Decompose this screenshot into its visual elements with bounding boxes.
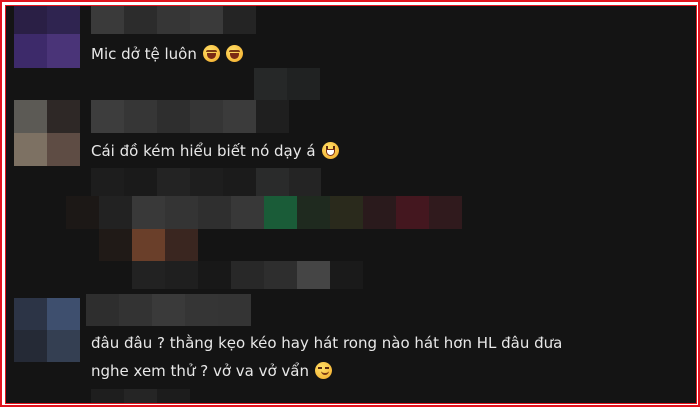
- comment-line-2: nghe xem thử ? vở va vở vẩn: [91, 357, 562, 385]
- avatar[interactable]: [14, 298, 80, 362]
- blurred-region: [91, 389, 190, 403]
- comment-text: Cái đồ kém hiểu biết nó dạy á: [91, 137, 339, 165]
- comment-feed: Mic dở tệ luôn Cái đồ kém hiểu biết nó d…: [5, 5, 697, 404]
- grinning-emoji-icon: [321, 142, 339, 159]
- comment-body: Mic dở tệ luôn: [91, 45, 197, 63]
- blurred-region: [99, 229, 198, 261]
- comment-line-1: đâu đâu ? thằng kẹo kéo hay hát rong nào…: [91, 334, 563, 352]
- blurred-region: [254, 68, 320, 100]
- screenshot-frame: Mic dở tệ luôn Cái đồ kém hiểu biết nó d…: [0, 0, 700, 407]
- laughing-tears-emoji-icon: [202, 45, 220, 62]
- avatar[interactable]: [14, 100, 80, 166]
- username-blurred[interactable]: [91, 6, 256, 34]
- comment-body: Cái đồ kém hiểu biết nó dạy á: [91, 142, 316, 160]
- blurred-region: [132, 261, 363, 289]
- blurred-region: [91, 168, 321, 196]
- comment-text: Mic dở tệ luôn: [91, 40, 243, 68]
- username-blurred[interactable]: [91, 100, 289, 133]
- blurred-region: [66, 196, 462, 229]
- username-blurred[interactable]: [86, 294, 251, 326]
- smirk-emoji-icon: [315, 362, 333, 379]
- comment-text: đâu đâu ? thằng kẹo kéo hay hát rong nào…: [91, 329, 562, 385]
- avatar[interactable]: [14, 6, 80, 68]
- laughing-tears-emoji-icon: [225, 45, 243, 62]
- comment-body: nghe xem thử ? vở va vở vẩn: [91, 362, 310, 380]
